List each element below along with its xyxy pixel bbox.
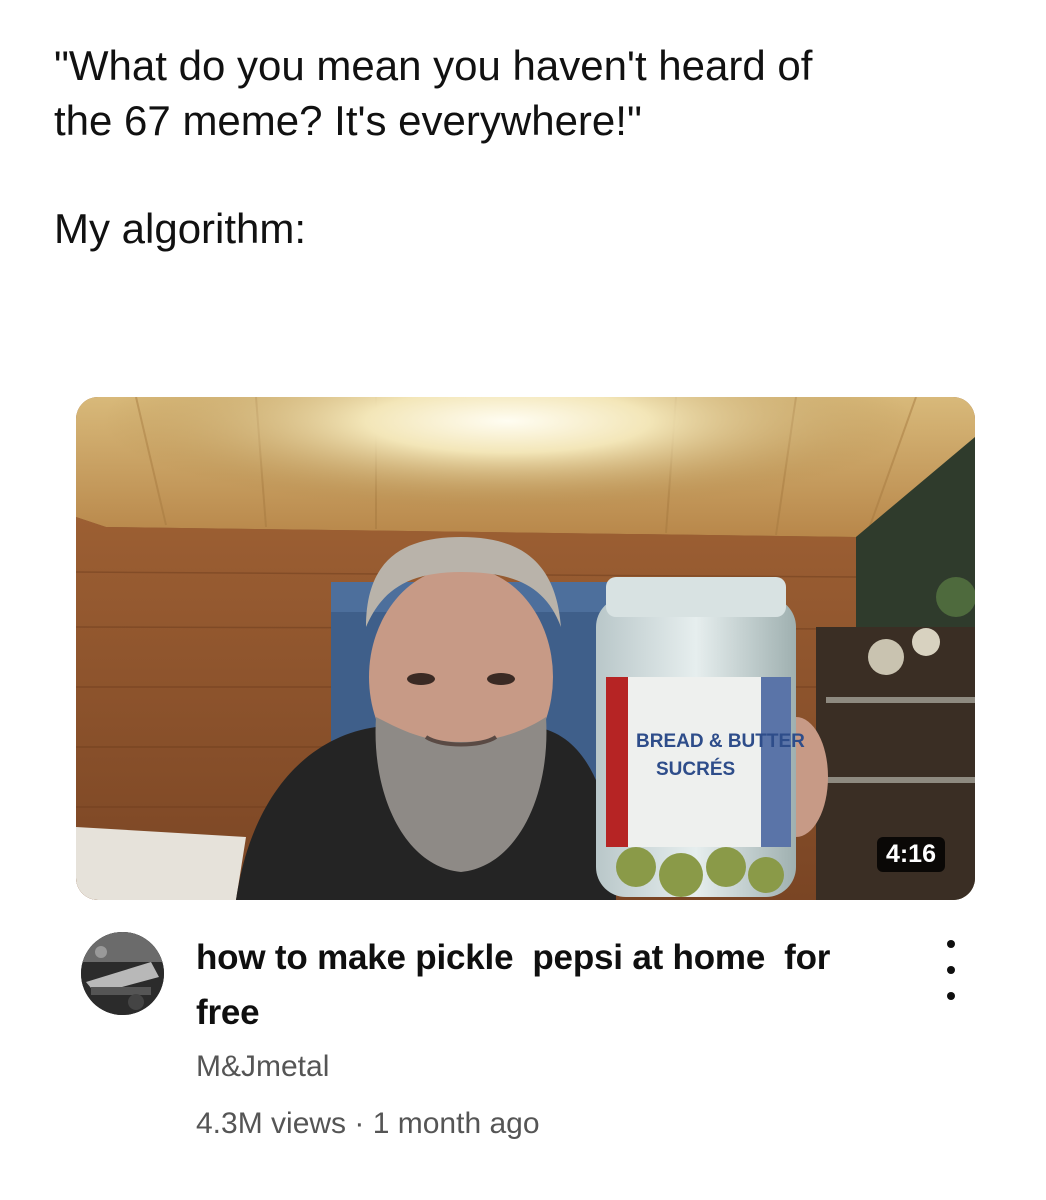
- more-dot-bottom: [947, 992, 955, 1000]
- upload-age: 1 month ago: [372, 1107, 540, 1140]
- more-dot-top: [947, 940, 955, 948]
- channel-name[interactable]: M&Jmetal: [196, 1050, 329, 1084]
- caption-quote: "What do you mean you haven't heard of t…: [54, 42, 813, 144]
- channel-avatar[interactable]: [81, 932, 164, 1015]
- video-stats: 4.3M views · 1 month ago: [196, 1107, 540, 1141]
- video-thumbnail[interactable]: BREAD & BUTTER SUCRÉS 4:16: [76, 397, 975, 900]
- video-duration-badge: 4:16: [876, 837, 945, 872]
- meme-caption: "What do you mean you haven't heard of t…: [54, 38, 1014, 256]
- video-title[interactable]: how to make pickle pepsi at home for fre…: [196, 930, 896, 1040]
- more-dot-middle: [947, 966, 955, 974]
- video-metadata: how to make pickle pepsi at home for fre…: [76, 920, 976, 1160]
- stats-separator: ·: [354, 1107, 365, 1140]
- jar-label-line2: SUCRÉS: [656, 758, 735, 780]
- caption-punchline: My algorithm:: [54, 205, 307, 252]
- vertical-ellipsis-icon[interactable]: [931, 940, 971, 1000]
- view-count: 4.3M views: [196, 1107, 347, 1140]
- channel-avatar-image: [81, 932, 164, 1015]
- jar-label-line1: BREAD & BUTTER: [636, 731, 805, 752]
- thumbnail-image: BREAD & BUTTER SUCRÉS: [76, 397, 975, 900]
